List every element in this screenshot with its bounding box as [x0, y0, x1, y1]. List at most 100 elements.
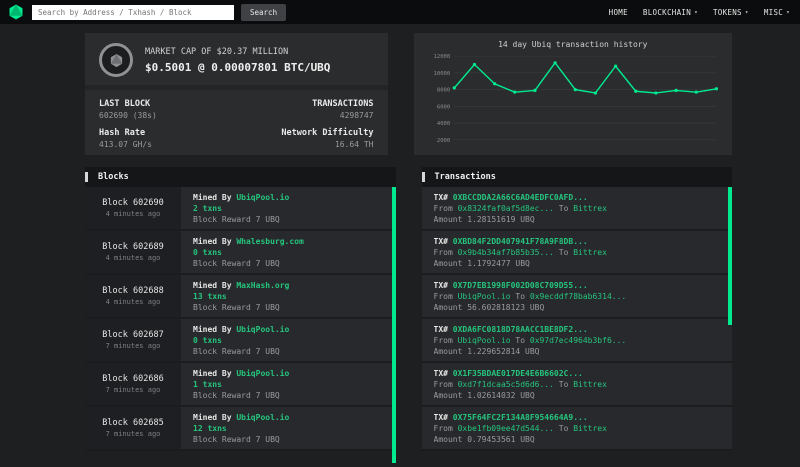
transactions-scrollbar[interactable] — [728, 187, 732, 325]
to-label: To — [558, 423, 569, 433]
txn-count-link[interactable]: 13 txns — [193, 292, 289, 301]
txn-count-link[interactable]: 1 txns — [193, 380, 289, 389]
block-number[interactable]: Block 602689 — [102, 242, 163, 252]
from-address-link[interactable]: 0x9b4b34af7b85b35... — [458, 248, 554, 257]
transaction-history-card: 14 day Ubiq transaction history 2000 4000… — [413, 33, 732, 155]
mined-by-label: Mined By — [193, 412, 232, 422]
block-id-cell[interactable]: Block 602688 4 minutes ago — [85, 275, 181, 317]
block-info: Mined By Whalesburg.com 0 txns Block Rew… — [181, 231, 316, 273]
mined-by-label: Mined By — [193, 192, 232, 202]
tx-hash-link[interactable]: 0X75F64FC2F134A8F954664A9... — [453, 413, 588, 422]
block-number[interactable]: Block 602686 — [102, 374, 163, 384]
search-button[interactable]: Search — [241, 3, 287, 21]
block-row[interactable]: Block 602686 7 minutes ago Mined By Ubiq… — [85, 363, 396, 407]
menu-blockchain[interactable]: BLOCKCHAIN ▾ — [643, 8, 698, 17]
to-address-link[interactable]: Bittrex — [573, 204, 607, 213]
transaction-row[interactable]: TX# 0XBCCDDA2A66C6AD4EDFC0AFD... From 0x… — [421, 187, 732, 231]
from-label: From — [433, 247, 453, 257]
svg-text:8000: 8000 — [436, 88, 449, 94]
amount-value: 56.602818123 UBQ — [467, 302, 545, 312]
transaction-row[interactable]: TX# 0X7D7EB1998F002D08C709D55... From Ub… — [421, 275, 732, 319]
miner-link[interactable]: UbiqPool.io — [236, 369, 289, 378]
from-address-link[interactable]: UbiqPool.io — [458, 292, 511, 301]
block-info: Mined By UbiqPool.io 12 txns Block Rewar… — [181, 407, 301, 449]
txn-count-link[interactable]: 0 txns — [193, 336, 289, 345]
from-label: From — [433, 335, 453, 345]
from-address-link[interactable]: UbiqPool.io — [458, 336, 511, 345]
amount-value: 1.1792477 UBQ — [467, 258, 530, 268]
tx-hash-link[interactable]: 0XDA6FC0818D78AACC1BE8DF2... — [453, 325, 588, 334]
main-menu: HOME BLOCKCHAIN ▾ TOKENS ▾ MISC ▾ — [609, 8, 790, 17]
mined-by-label: Mined By — [193, 280, 232, 290]
block-number[interactable]: Block 602685 — [102, 418, 163, 428]
blocks-panel: Blocks Block 602690 4 minutes ago Mined … — [85, 167, 396, 463]
tx-hash-link[interactable]: 0X1F35BDAE017DE4E6B6602C... — [453, 369, 583, 378]
amount-value: 1.02614032 UBQ — [467, 390, 535, 400]
block-id-cell[interactable]: Block 602689 4 minutes ago — [85, 231, 181, 273]
tx-label: TX# — [433, 412, 448, 422]
from-label: From — [433, 203, 453, 213]
svg-text:10000: 10000 — [433, 71, 450, 77]
menu-misc[interactable]: MISC ▾ — [764, 8, 790, 17]
block-id-cell[interactable]: Block 602686 7 minutes ago — [85, 363, 181, 405]
amount-label: Amount — [433, 258, 463, 268]
blocks-panel-title: Blocks — [98, 172, 129, 182]
txn-count-link[interactable]: 12 txns — [193, 424, 289, 433]
topbar: Search HOME BLOCKCHAIN ▾ TOKENS ▾ MISC ▾ — [0, 0, 800, 24]
transaction-row[interactable]: TX# 0X1F35BDAE017DE4E6B6602C... From 0xd… — [421, 363, 732, 407]
search-input[interactable] — [32, 4, 234, 20]
block-row[interactable]: Block 602690 4 minutes ago Mined By Ubiq… — [85, 187, 396, 231]
menu-home[interactable]: HOME — [609, 8, 628, 17]
from-address-link[interactable]: 0xd7f1dcaa5c5d6d6... — [458, 380, 554, 389]
from-address-link[interactable]: 0xbe1fb09ee47d544... — [458, 424, 554, 433]
to-address-link[interactable]: Bittrex — [573, 248, 607, 257]
block-id-cell[interactable]: Block 602690 4 minutes ago — [85, 187, 181, 229]
block-row[interactable]: Block 602689 4 minutes ago Mined By Whal… — [85, 231, 396, 275]
miner-link[interactable]: UbiqPool.io — [236, 193, 289, 202]
block-id-cell[interactable]: Block 602687 7 minutes ago — [85, 319, 181, 361]
block-row[interactable]: Block 602685 7 minutes ago Mined By Ubiq… — [85, 407, 396, 451]
tx-label: TX# — [433, 324, 448, 334]
block-row[interactable]: Block 602688 4 minutes ago Mined By MaxH… — [85, 275, 396, 319]
ubiq-logo-icon[interactable] — [8, 4, 25, 21]
block-number[interactable]: Block 602690 — [102, 198, 163, 208]
to-address-link[interactable]: 0x9ecddf78bab6314... — [530, 292, 626, 301]
tx-label: TX# — [433, 280, 448, 290]
to-address-link[interactable]: Bittrex — [573, 424, 607, 433]
txn-count-link[interactable]: 2 txns — [193, 204, 289, 213]
block-age: 4 minutes ago — [105, 210, 161, 218]
miner-link[interactable]: Whalesburg.com — [236, 237, 303, 246]
to-label: To — [558, 379, 569, 389]
amount-label: Amount — [433, 346, 463, 356]
from-address-link[interactable]: 0x8324faf0af5d8ec... — [458, 204, 554, 213]
block-reward-label: Block Reward — [193, 434, 251, 444]
chevron-down-icon: ▾ — [786, 8, 790, 16]
amount-label: Amount — [433, 302, 463, 312]
block-row[interactable]: Block 602687 7 minutes ago Mined By Ubiq… — [85, 319, 396, 363]
to-address-link[interactable]: 0x97d7ec4964b3bf6... — [530, 336, 626, 345]
tx-hash-link[interactable]: 0XBCCDDA2A66C6AD4EDFC0AFD... — [453, 193, 588, 202]
menu-tokens[interactable]: TOKENS ▾ — [713, 8, 749, 17]
market-cap-line: MARKET CAP OF $20.37 MILLION — [145, 46, 289, 57]
hash-rate-label: Hash Rate — [99, 128, 146, 138]
difficulty-value: 16.64 TH — [334, 140, 374, 149]
transaction-row[interactable]: TX# 0X75F64FC2F134A8F954664A9... From 0x… — [421, 407, 732, 451]
miner-link[interactable]: UbiqPool.io — [236, 413, 289, 422]
block-number[interactable]: Block 602688 — [102, 286, 163, 296]
tx-hash-link[interactable]: 0X7D7EB1998F002D08C709D55... — [453, 281, 588, 290]
blocks-scrollbar[interactable] — [391, 187, 396, 463]
txn-count-link[interactable]: 0 txns — [193, 248, 304, 257]
to-address-link[interactable]: Bittrex — [573, 380, 607, 389]
block-id-cell[interactable]: Block 602685 7 minutes ago — [85, 407, 181, 449]
block-reward-label: Block Reward — [193, 346, 251, 356]
transaction-row[interactable]: TX# 0XBD84F2DD407941F78A9F8DB... From 0x… — [421, 231, 732, 275]
miner-link[interactable]: UbiqPool.io — [236, 325, 289, 334]
miner-link[interactable]: MaxHash.org — [236, 281, 289, 290]
tx-hash-link[interactable]: 0XBD84F2DD407941F78A9F8DB... — [453, 237, 588, 246]
block-number[interactable]: Block 602687 — [102, 330, 163, 340]
last-block-value: 602690 (38s) — [99, 111, 157, 120]
market-cap-text: MARKET CAP OF $20.37 MILLION $0.5001 @ 0… — [145, 47, 330, 74]
transaction-row[interactable]: TX# 0XDA6FC0818D78AACC1BE8DF2... From Ub… — [421, 319, 732, 363]
block-reward-value: 7 UBQ — [255, 434, 280, 444]
amount-label: Amount — [433, 434, 463, 444]
